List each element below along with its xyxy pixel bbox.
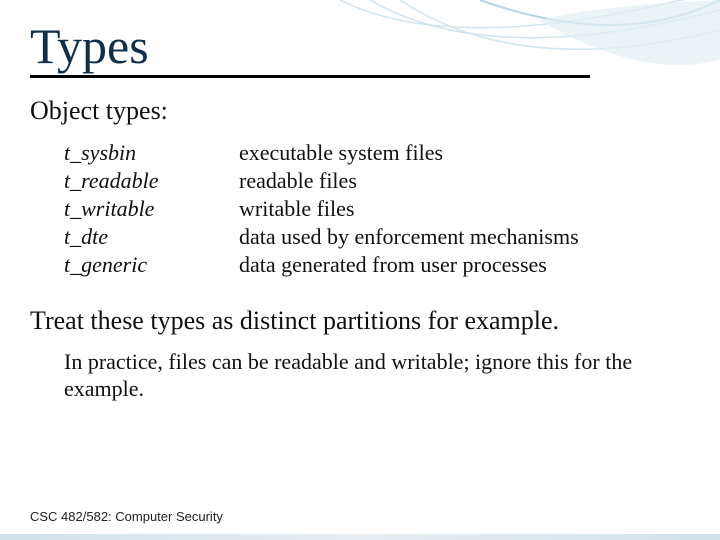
- type-row: t_sysbin executable system files: [64, 140, 680, 166]
- type-name: t_writable: [64, 196, 239, 222]
- type-row: t_generic data generated from user proce…: [64, 252, 680, 278]
- type-desc: readable files: [239, 168, 357, 194]
- type-name: t_readable: [64, 168, 239, 194]
- type-name: t_generic: [64, 252, 239, 278]
- slide: Types Object types: t_sysbin executable …: [0, 0, 720, 540]
- type-row: t_readable readable files: [64, 168, 680, 194]
- type-desc: data used by enforcement mechanisms: [239, 224, 579, 250]
- slide-title: Types: [30, 20, 590, 78]
- practice-note: In practice, files can be readable and w…: [64, 348, 680, 403]
- type-row: t_writable writable files: [64, 196, 680, 222]
- type-name: t_sysbin: [64, 140, 239, 166]
- type-name: t_dte: [64, 224, 239, 250]
- types-table: t_sysbin executable system files t_reada…: [64, 140, 680, 278]
- type-desc: data generated from user processes: [239, 252, 547, 278]
- type-desc: writable files: [239, 196, 354, 222]
- subtitle-object-types: Object types:: [30, 96, 680, 126]
- footer-course: CSC 482/582: Computer Security: [30, 509, 223, 524]
- treat-sentence: Treat these types as distinct partitions…: [30, 306, 680, 336]
- type-row: t_dte data used by enforcement mechanism…: [64, 224, 680, 250]
- type-desc: executable system files: [239, 140, 443, 166]
